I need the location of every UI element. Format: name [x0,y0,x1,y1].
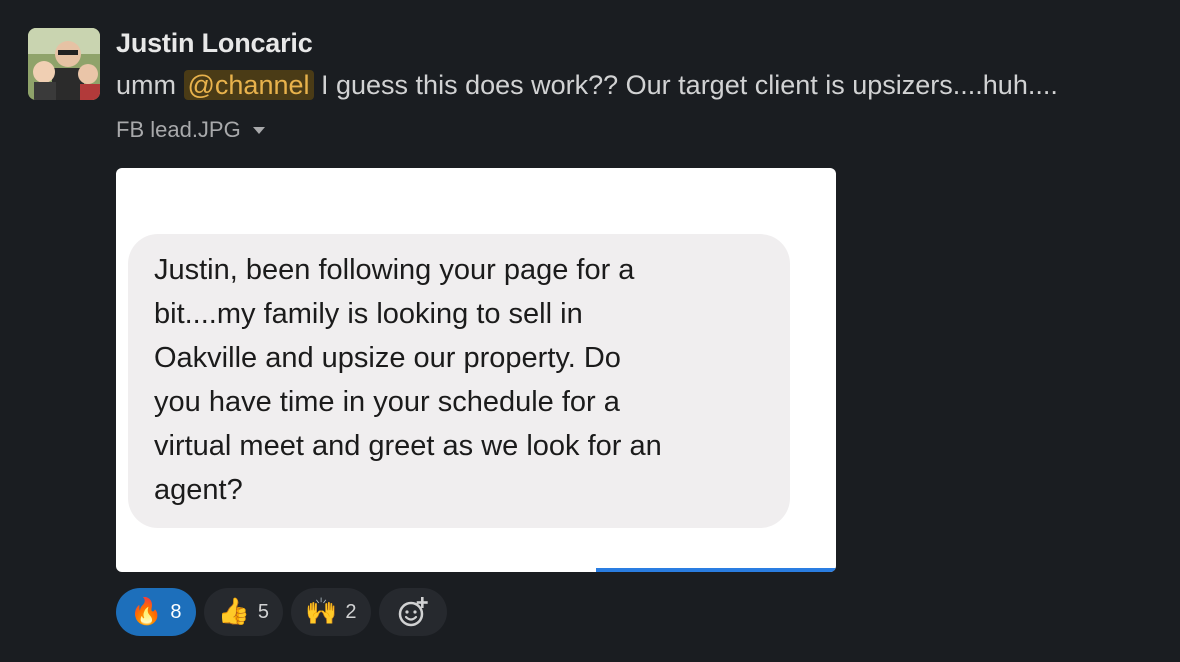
message-text: umm @channel I guess this does work?? Ou… [116,66,1166,104]
author-name[interactable]: Justin Loncaric [116,26,1166,60]
image-divider [596,568,836,572]
image-text: Justin, been following your page for a b… [154,254,662,506]
add-emoji-icon [398,597,428,627]
image-attachment[interactable]: Justin, been following your page for a b… [116,168,836,572]
reaction-fire[interactable]: 🔥 8 [116,588,196,636]
thumbs-up-icon: 👍 [217,597,250,627]
reaction-raised-hands[interactable]: 🙌 2 [291,588,371,636]
reaction-thumbs-up[interactable]: 👍 5 [203,588,283,636]
chat-bubble: Justin, been following your page for a b… [128,234,790,528]
avatar[interactable] [28,28,100,100]
chevron-down-icon[interactable] [252,126,265,134]
reactions-bar: 🔥 8 👍 5 🙌 2 [116,588,447,636]
reaction-count: 8 [170,600,182,623]
file-name[interactable]: FB lead.JPG [116,116,241,144]
reaction-count: 5 [257,600,269,623]
raised-hands-icon: 🙌 [305,597,338,627]
channel-mention[interactable]: @channel [183,70,314,100]
add-reaction-button[interactable] [378,588,447,636]
reaction-count: 2 [345,600,357,623]
fire-icon: 🔥 [130,597,163,627]
file-label: FB lead.JPG [116,116,1166,144]
message-text-after: I guess this does work?? Our target clie… [313,70,1058,100]
message-text-before: umm [116,70,184,100]
